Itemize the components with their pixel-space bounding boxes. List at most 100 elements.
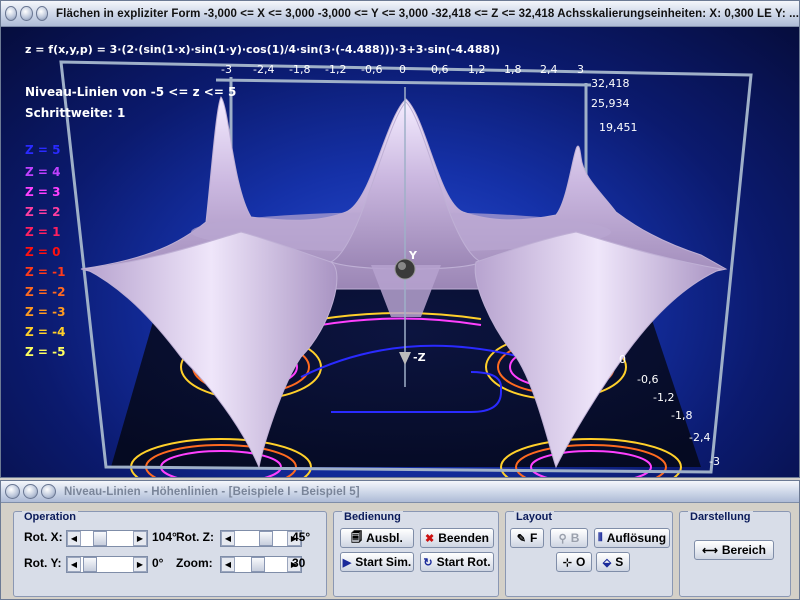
x-tick-label: -3 [221, 63, 232, 76]
rot-y-slider[interactable]: ◀ ▶ [66, 556, 148, 573]
main-window: Flächen in expliziter Form -3,000 <= X <… [0, 0, 800, 478]
maximize-icon[interactable] [41, 484, 56, 499]
main-titlebar: Flächen in expliziter Form -3,000 <= X <… [1, 1, 799, 27]
layout-b-button[interactable]: ⚲ B [550, 528, 588, 548]
z-tick-label: 25,934 [591, 97, 630, 110]
layout-f-label: F [529, 531, 538, 545]
window-menu-icon[interactable] [5, 6, 18, 21]
y-tick-label: -0,6 [637, 373, 659, 386]
legend-item: Z = 0 [25, 245, 61, 259]
start-rot-button[interactable]: ↻ Start Rot. [420, 552, 494, 572]
slider-left-arrow-icon[interactable]: ◀ [67, 557, 81, 572]
slider-thumb[interactable] [259, 531, 273, 546]
slider-left-arrow-icon[interactable]: ◀ [221, 557, 235, 572]
z-tick-label: 32,418 [591, 77, 630, 90]
bereich-label: Bereich [721, 543, 766, 557]
zoom-label: Zoom: [176, 556, 213, 570]
x-tick-label: -2,4 [253, 63, 275, 76]
hide-icon: 🗐 [351, 531, 363, 544]
layout-s-button[interactable]: ⬙ S [596, 552, 630, 572]
legend-item: Z = 2 [25, 205, 61, 219]
zoom-slider[interactable]: ◀ ▶ [220, 556, 302, 573]
axis-origin-sphere [394, 258, 416, 280]
z-axis-label: -Z [413, 351, 426, 364]
surface-peak-center [329, 101, 483, 270]
slider-thumb[interactable] [251, 557, 265, 572]
slider-thumb[interactable] [83, 557, 97, 572]
range-icon: ⟷ [702, 544, 718, 557]
brush-icon: ✎ [516, 532, 526, 545]
zoom-value: 30 [292, 556, 306, 570]
slider-left-arrow-icon[interactable]: ◀ [67, 531, 81, 546]
bedienung-group: Bedienung 🗐 Ausbl. ✖ Beenden ▶ Start Sim… [333, 511, 499, 597]
layout-s-label: S [615, 555, 624, 569]
x-tick-label: 1,8 [504, 63, 522, 76]
x-tick-label: 0,6 [431, 63, 449, 76]
legend-item: Z = -3 [25, 305, 66, 319]
legend-item: Z = 5 [25, 143, 61, 157]
legend-item: Z = 1 [25, 225, 61, 239]
rot-z-label: Rot. Z: [176, 530, 214, 544]
beenden-button[interactable]: ✖ Beenden [420, 528, 494, 548]
darstellung-group-label: Darstellung [688, 511, 753, 523]
rot-y-value: 0° [152, 556, 164, 570]
ausblenden-label: Ausbl. [366, 531, 403, 545]
window-menu-icon[interactable] [5, 484, 20, 499]
ausblenden-button[interactable]: 🗐 Ausbl. [340, 528, 414, 548]
bucket-icon: ⚲ [558, 532, 567, 545]
operation-group: Operation Rot. X: ◀ ▶ 104° Rot. Y: ◀ ▶ 0… [13, 511, 327, 597]
plot-viewport[interactable]: z = f(x,y,p) = 3·(2·(sin(1·x)·sin(1·y)·c… [1, 27, 799, 477]
legend-item: Z = -5 [25, 345, 66, 359]
legend-item: Z = 3 [25, 185, 61, 199]
minimize-icon[interactable] [20, 6, 33, 21]
grid-icon: ⦀ [597, 531, 603, 544]
x-tick-label: 3 [577, 63, 584, 76]
slider-right-arrow-icon[interactable]: ▶ [133, 531, 147, 546]
bedienung-group-label: Bedienung [342, 511, 403, 523]
panel-window-title: Niveau-Linien - Höhenlinien - [Beispiele… [64, 485, 360, 498]
minimize-icon[interactable] [23, 484, 38, 499]
slider-right-arrow-icon[interactable]: ▶ [133, 557, 147, 572]
operation-group-label: Operation [22, 511, 78, 523]
aufloesung-label: Auflösung [606, 531, 667, 545]
rot-x-label: Rot. X: [24, 530, 63, 544]
niveau-range-text: Niveau-Linien von -5 <= z <= 5 [25, 85, 237, 99]
start-rot-label: Start Rot. [436, 555, 491, 569]
x-tick-label: 0 [399, 63, 406, 76]
rot-z-value: 45° [292, 530, 311, 544]
maximize-icon[interactable] [35, 6, 49, 21]
y-axis-label: Y [409, 249, 417, 262]
z-tick-label: 19,451 [599, 121, 638, 134]
start-sim-label: Start Sim. [355, 555, 412, 569]
layout-group: Layout ✎ F ⚲ B ⦀ Auflösung ⊹ O ⬙ S [505, 511, 673, 597]
bereich-button[interactable]: ⟷ Bereich [694, 540, 774, 560]
x-tick-label: -0,6 [361, 63, 383, 76]
panel-titlebar: Niveau-Linien - Höhenlinien - [Beispiele… [1, 481, 799, 503]
beenden-label: Beenden [438, 531, 489, 545]
rot-x-slider[interactable]: ◀ ▶ [66, 530, 148, 547]
y-tick-label: 0 [619, 353, 626, 366]
layout-f-button[interactable]: ✎ F [510, 528, 544, 548]
legend-item: Z = 4 [25, 165, 61, 179]
legend-item: Z = -1 [25, 265, 66, 279]
y-tick-label: -2,4 [689, 431, 711, 444]
x-tick-label: 2,4 [540, 63, 558, 76]
y-tick-label: -3 [709, 455, 720, 468]
start-sim-button[interactable]: ▶ Start Sim. [340, 552, 414, 572]
rot-x-value: 104° [152, 530, 177, 544]
main-window-title: Flächen in expliziter Form -3,000 <= X <… [56, 7, 799, 20]
layout-o-button[interactable]: ⊹ O [556, 552, 592, 572]
aufloesung-button[interactable]: ⦀ Auflösung [594, 528, 670, 548]
y-tick-label: -1,8 [671, 409, 693, 422]
x-tick-label: 1,2 [468, 63, 486, 76]
x-tick-label: -1,8 [289, 63, 311, 76]
slider-thumb[interactable] [93, 531, 107, 546]
rot-z-slider[interactable]: ◀ ▶ [220, 530, 302, 547]
control-panel-window: Niveau-Linien - Höhenlinien - [Beispiele… [0, 480, 800, 600]
play-icon: ▶ [342, 556, 352, 569]
layout-group-label: Layout [514, 511, 555, 523]
legend-item: Z = -2 [25, 285, 66, 299]
slider-left-arrow-icon[interactable]: ◀ [221, 531, 235, 546]
y-tick-label: -1,2 [653, 391, 675, 404]
origin-icon: ⊹ [562, 556, 572, 569]
